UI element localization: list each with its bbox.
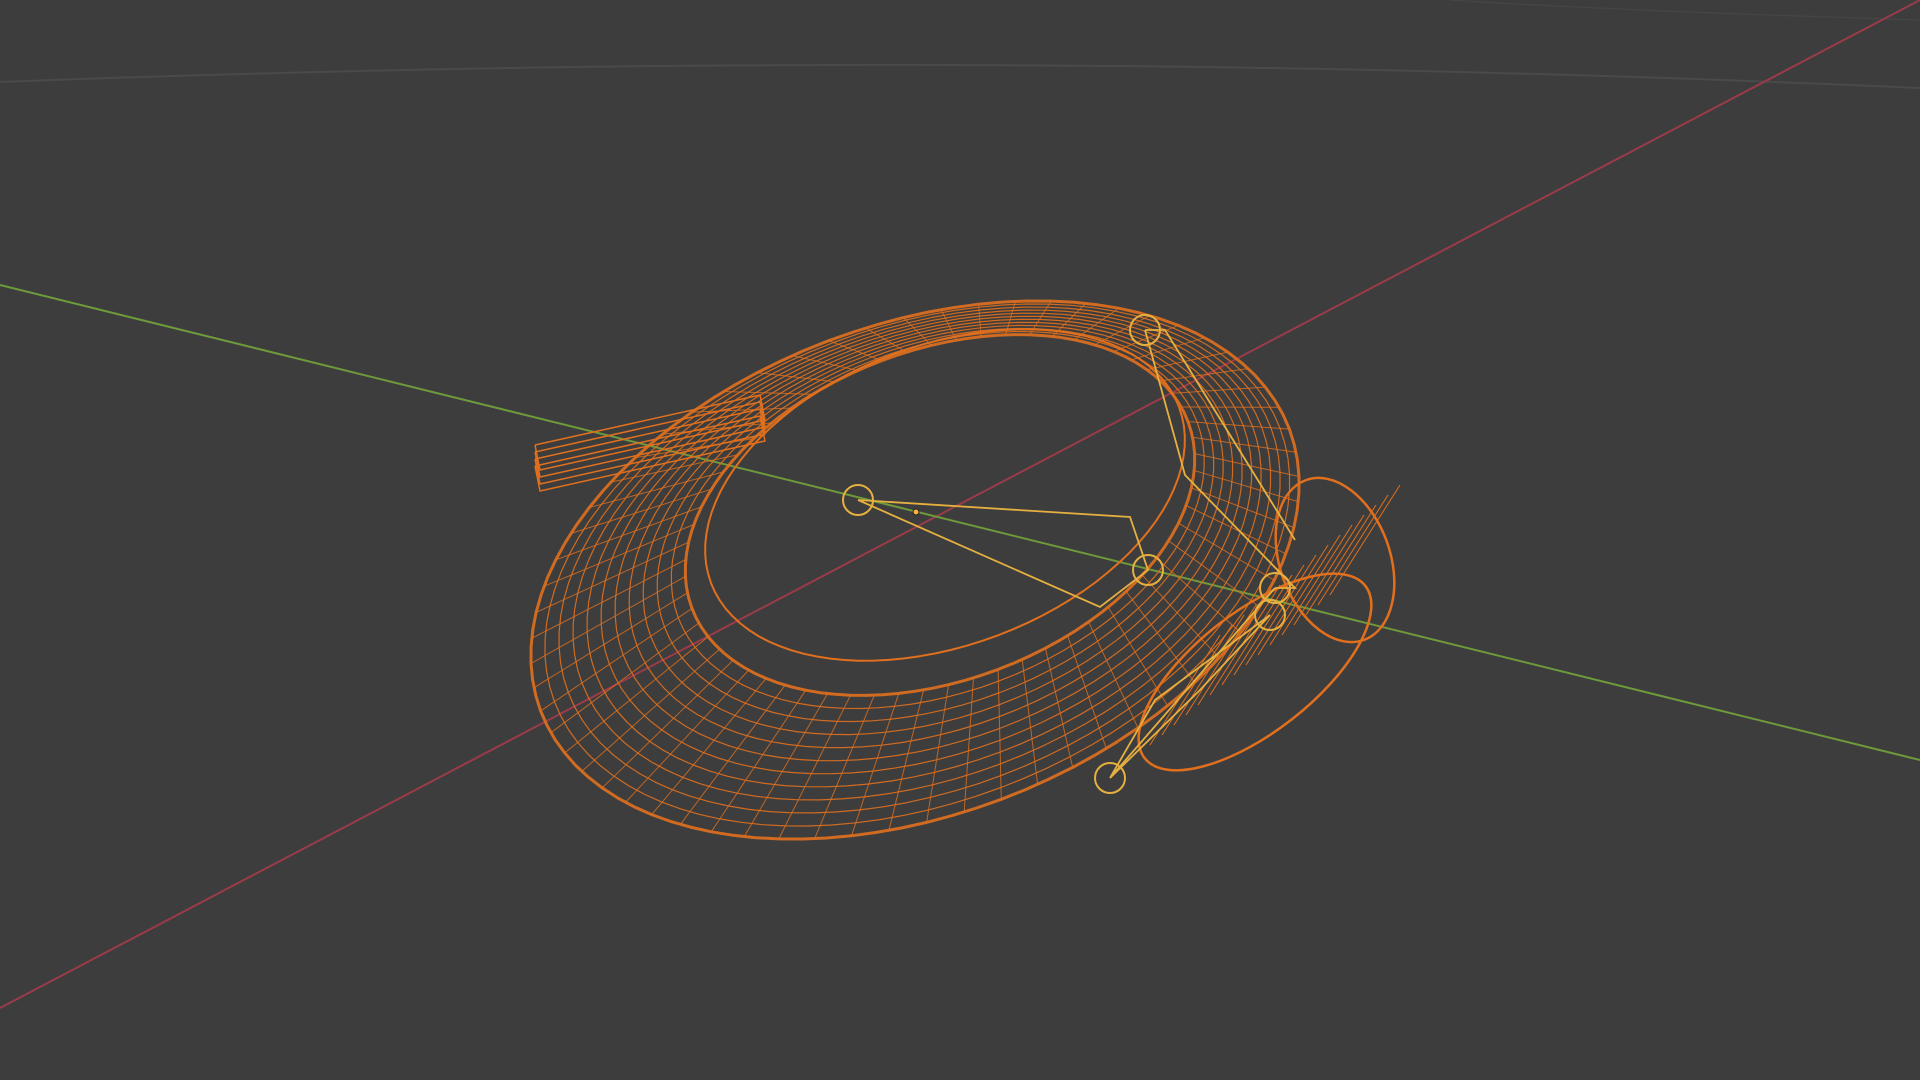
band-spoke [814, 695, 875, 839]
scene-canvas[interactable] [0, 0, 1920, 1080]
band-spoke [1088, 621, 1139, 729]
clasp-hatch [1305, 504, 1377, 616]
band-spoke [778, 695, 851, 840]
band-spoke [1141, 574, 1220, 659]
bone-segment [1109, 587, 1276, 779]
clasp-hatch [1233, 564, 1305, 676]
band-spoke [601, 659, 734, 789]
object-origin-dot [912, 508, 920, 516]
band-spoke [533, 592, 688, 689]
bone-segment [857, 499, 1150, 609]
band-spoke [851, 693, 900, 836]
x-axis-line [0, 0, 1920, 1009]
band-spoke [679, 684, 786, 825]
clasp-hatch [1317, 494, 1389, 606]
band-spoke [531, 559, 687, 639]
clasp-hatch [1197, 594, 1269, 706]
clasp-wireframe[interactable] [1108, 461, 1416, 805]
band-ring [600, 315, 1253, 775]
band-spoke [963, 677, 974, 813]
band-inner-edge [704, 328, 1186, 662]
band-spoke [997, 669, 1002, 800]
y-axis-line [0, 284, 1920, 761]
3d-viewport[interactable] [0, 0, 1920, 1080]
clasp-body [1137, 572, 1373, 772]
band-spoke [1067, 635, 1107, 749]
band-spoke [1187, 421, 1290, 430]
band-spoke [1194, 453, 1300, 477]
grid-horizon-line [0, 63, 1920, 89]
band-spoke [691, 407, 792, 413]
band-spoke [828, 340, 883, 362]
band-spoke [926, 684, 950, 823]
band-spoke [1192, 436, 1297, 453]
band-spoke [888, 689, 925, 831]
band-spoke [651, 678, 767, 815]
band-spoke [564, 636, 709, 754]
clasp-hatch [1281, 524, 1353, 636]
band-ring [544, 303, 1291, 827]
wrist-band-wireframe[interactable] [529, 299, 1301, 841]
bone-segment [1145, 329, 1296, 541]
grid-horizon-line-2 [1449, 0, 1920, 21]
band-spoke [1168, 540, 1260, 607]
band-ring [656, 327, 1215, 723]
band-ring [628, 321, 1234, 749]
clasp-hatch [1293, 514, 1365, 626]
